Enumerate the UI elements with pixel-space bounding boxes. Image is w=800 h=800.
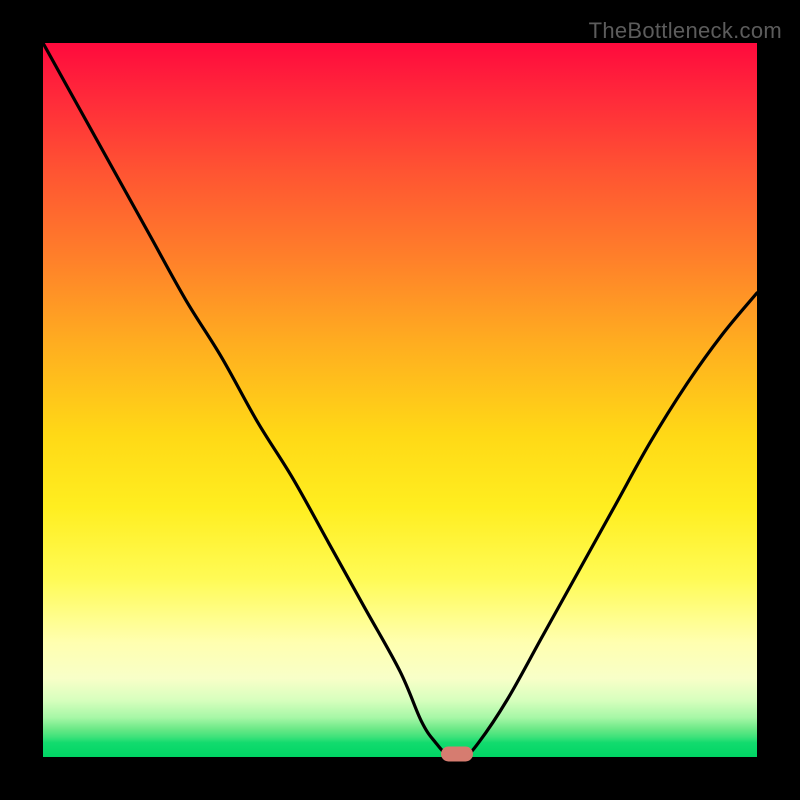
watermark-text: TheBottleneck.com xyxy=(589,18,782,44)
optimal-marker xyxy=(441,747,473,762)
bottleneck-curve xyxy=(43,43,757,757)
chart-frame: TheBottleneck.com xyxy=(0,0,800,800)
plot-area xyxy=(43,43,757,757)
